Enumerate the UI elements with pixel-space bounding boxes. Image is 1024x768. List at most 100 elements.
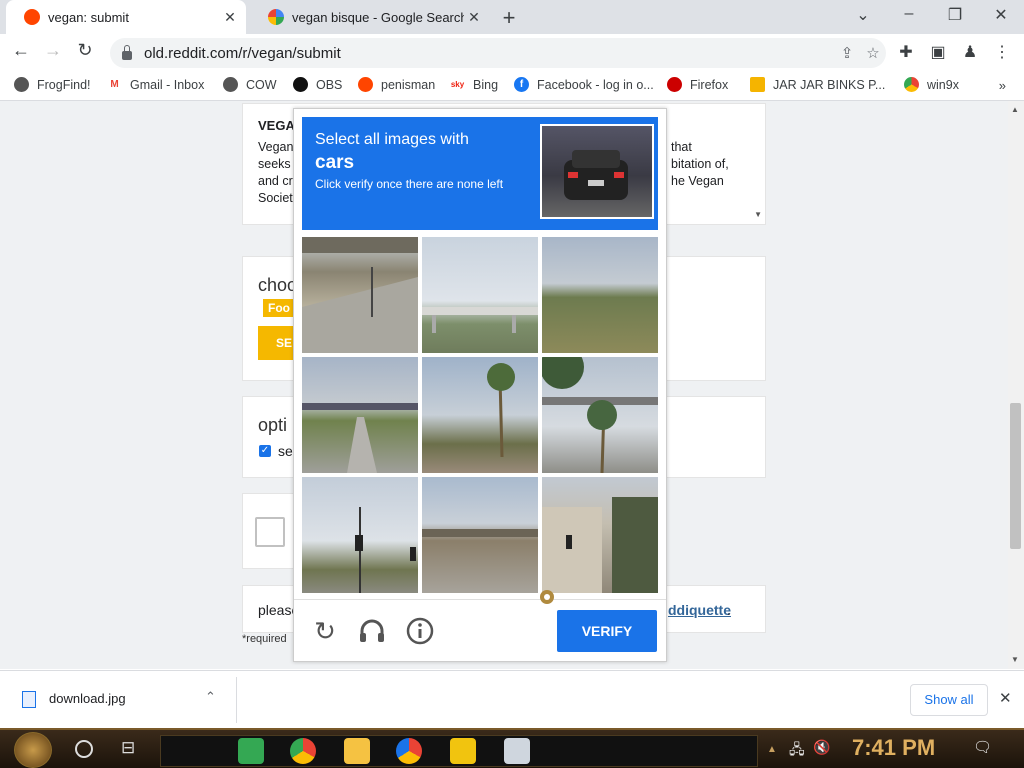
show-all-button[interactable]: Show all	[910, 684, 988, 716]
desc-line: and cr	[258, 174, 293, 188]
back-icon[interactable]: ←	[8, 40, 34, 61]
address-bar[interactable]: old.reddit.com/r/vegan/submit ⇪ ☆	[110, 38, 886, 68]
bookmark-label: Firefox	[690, 77, 729, 92]
desc-line: he Vegan	[671, 174, 724, 188]
theater-mask-icon[interactable]	[504, 738, 530, 764]
captcha-tile[interactable]	[542, 237, 658, 353]
tab-vegan-submit[interactable]: vegan: submit ✕	[6, 0, 246, 34]
bookmark-bing[interactable]: sky Bing	[450, 77, 498, 92]
bookmark-obs[interactable]: OBS	[293, 77, 342, 92]
flair-tag[interactable]: Foo	[263, 299, 295, 317]
send-replies-label: se	[278, 443, 293, 459]
bookmark-cow[interactable]: COW	[223, 77, 277, 92]
new-tab-button[interactable]: +	[498, 5, 520, 31]
file-explorer-icon[interactable]	[344, 738, 370, 764]
download-menu-chevron-icon[interactable]: ⌃	[205, 689, 216, 705]
close-icon[interactable]: ✕	[464, 9, 484, 26]
window-close-button[interactable]: ✕	[986, 5, 1016, 25]
close-icon[interactable]: ✕	[220, 9, 240, 26]
menu-dots-icon[interactable]: ⋮	[990, 42, 1014, 62]
bookmark-star-icon[interactable]: ☆	[860, 44, 886, 62]
tab-search-icon[interactable]: ⌄	[848, 5, 878, 25]
reload-challenge-icon[interactable]: ↻	[310, 616, 340, 646]
scrollbar-thumb[interactable]	[1010, 403, 1021, 549]
notifications-icon[interactable]: 🗨	[973, 738, 992, 756]
verify-button[interactable]: VERIFY	[557, 610, 657, 652]
bookmark-penisman[interactable]: penisman	[358, 77, 435, 92]
sticky-notes-icon[interactable]	[450, 738, 476, 764]
reddiquette-link[interactable]: ddiquette	[668, 602, 731, 618]
network-icon[interactable]: 🖧	[789, 739, 805, 763]
page-scrollbar[interactable]: ▲ ▼	[1008, 101, 1024, 669]
facebook-icon: f	[514, 77, 529, 92]
reddit-icon	[24, 9, 40, 25]
scroll-down-icon[interactable]: ▼	[754, 210, 762, 219]
scroll-down-arrow[interactable]: ▼	[1011, 655, 1019, 664]
mouse-cursor-icon	[534, 584, 560, 610]
captcha-subinstruction: Click verify once there are none left	[315, 177, 504, 191]
extensions-icon[interactable]: ✚	[894, 42, 918, 62]
chrome-app-icon[interactable]	[290, 738, 316, 764]
bookmark-win9x[interactable]: win9x	[904, 77, 959, 92]
bookmark-label: FrogFind!	[37, 77, 91, 92]
lock-icon[interactable]	[122, 44, 132, 60]
desc-line: that	[671, 140, 692, 154]
google-icon	[268, 9, 284, 25]
captcha-tile[interactable]	[422, 237, 538, 353]
close-download-bar-icon[interactable]: ✕	[999, 689, 1012, 707]
start-button[interactable]	[14, 732, 52, 768]
minimize-button[interactable]: –	[894, 5, 924, 23]
tab-title: vegan: submit	[48, 9, 129, 25]
profile-avatar[interactable]: ♟	[958, 42, 982, 62]
bookmark-label: COW	[246, 77, 277, 92]
globe-icon	[223, 77, 238, 92]
chrome-canary-icon[interactable]	[396, 738, 422, 764]
url-text[interactable]: old.reddit.com/r/vegan/submit	[144, 45, 834, 62]
community-desc-right: that bitation of, he Vegan	[671, 139, 729, 190]
bag-icon	[750, 77, 765, 92]
desc-line: seeks	[258, 157, 291, 171]
bookmark-label: win9x	[927, 77, 959, 92]
more-bookmarks-icon[interactable]: »	[999, 78, 1006, 93]
reload-icon[interactable]: ↻	[72, 40, 98, 61]
desc-line: bitation of,	[671, 157, 729, 171]
captcha-tile[interactable]	[542, 477, 658, 593]
captcha-tile[interactable]	[540, 345, 658, 474]
send-replies-checkbox[interactable]: ✓	[259, 445, 271, 457]
github-icon	[293, 77, 308, 92]
required-note: *required	[242, 633, 287, 645]
captcha-tile[interactable]	[422, 477, 538, 593]
bookmark-firefox[interactable]: Firefox	[667, 77, 728, 92]
bookmark-facebook[interactable]: f Facebook - log in o...	[514, 77, 654, 92]
tab-strip: vegan: submit ✕ vegan bisque - Google Se…	[0, 0, 1024, 34]
browser-toolbar: ← → ↻ old.reddit.com/r/vegan/submit ⇪ ☆ …	[0, 34, 1024, 72]
search-icon[interactable]	[75, 740, 93, 758]
recaptcha-checkbox[interactable]	[255, 517, 285, 547]
captcha-tile[interactable]	[302, 237, 418, 353]
tab-google-search[interactable]: vegan bisque - Google Search ✕	[250, 0, 490, 34]
share-icon[interactable]: ⇪	[834, 44, 860, 62]
info-icon[interactable]	[405, 616, 435, 646]
restore-button[interactable]: ❐	[940, 5, 970, 25]
sheets-app-icon[interactable]	[238, 738, 264, 764]
captcha-instruction: Select all images with	[315, 131, 469, 148]
clock[interactable]: 7:41 PM	[852, 735, 935, 761]
bookmark-frogfind[interactable]: FrogFind!	[14, 77, 91, 92]
captcha-tile[interactable]	[302, 477, 418, 593]
download-bar: download.jpg ⌃ Show all ✕	[0, 670, 1024, 729]
download-filename[interactable]: download.jpg	[49, 691, 126, 706]
bookmark-label: JAR JAR BINKS P...	[773, 77, 886, 92]
bookmark-jarjar[interactable]: JAR JAR BINKS P...	[750, 77, 885, 92]
captcha-footer: ↻ VERIFY	[294, 599, 666, 662]
forward-icon[interactable]: →	[40, 40, 66, 61]
audio-challenge-icon[interactable]	[357, 616, 387, 646]
captcha-tile[interactable]	[302, 357, 418, 473]
scroll-up-arrow[interactable]: ▲	[1011, 105, 1019, 114]
volume-muted-icon[interactable]: 🔇	[813, 739, 830, 756]
side-panel-icon[interactable]: ▣	[926, 42, 950, 62]
bookmark-label: Facebook - log in o...	[537, 77, 654, 92]
bookmark-gmail[interactable]: M Gmail - Inbox	[107, 77, 204, 92]
show-hidden-icons[interactable]: ▲	[767, 744, 777, 755]
captcha-tile[interactable]	[422, 357, 538, 473]
task-view-icon[interactable]: ⊟	[121, 738, 135, 758]
